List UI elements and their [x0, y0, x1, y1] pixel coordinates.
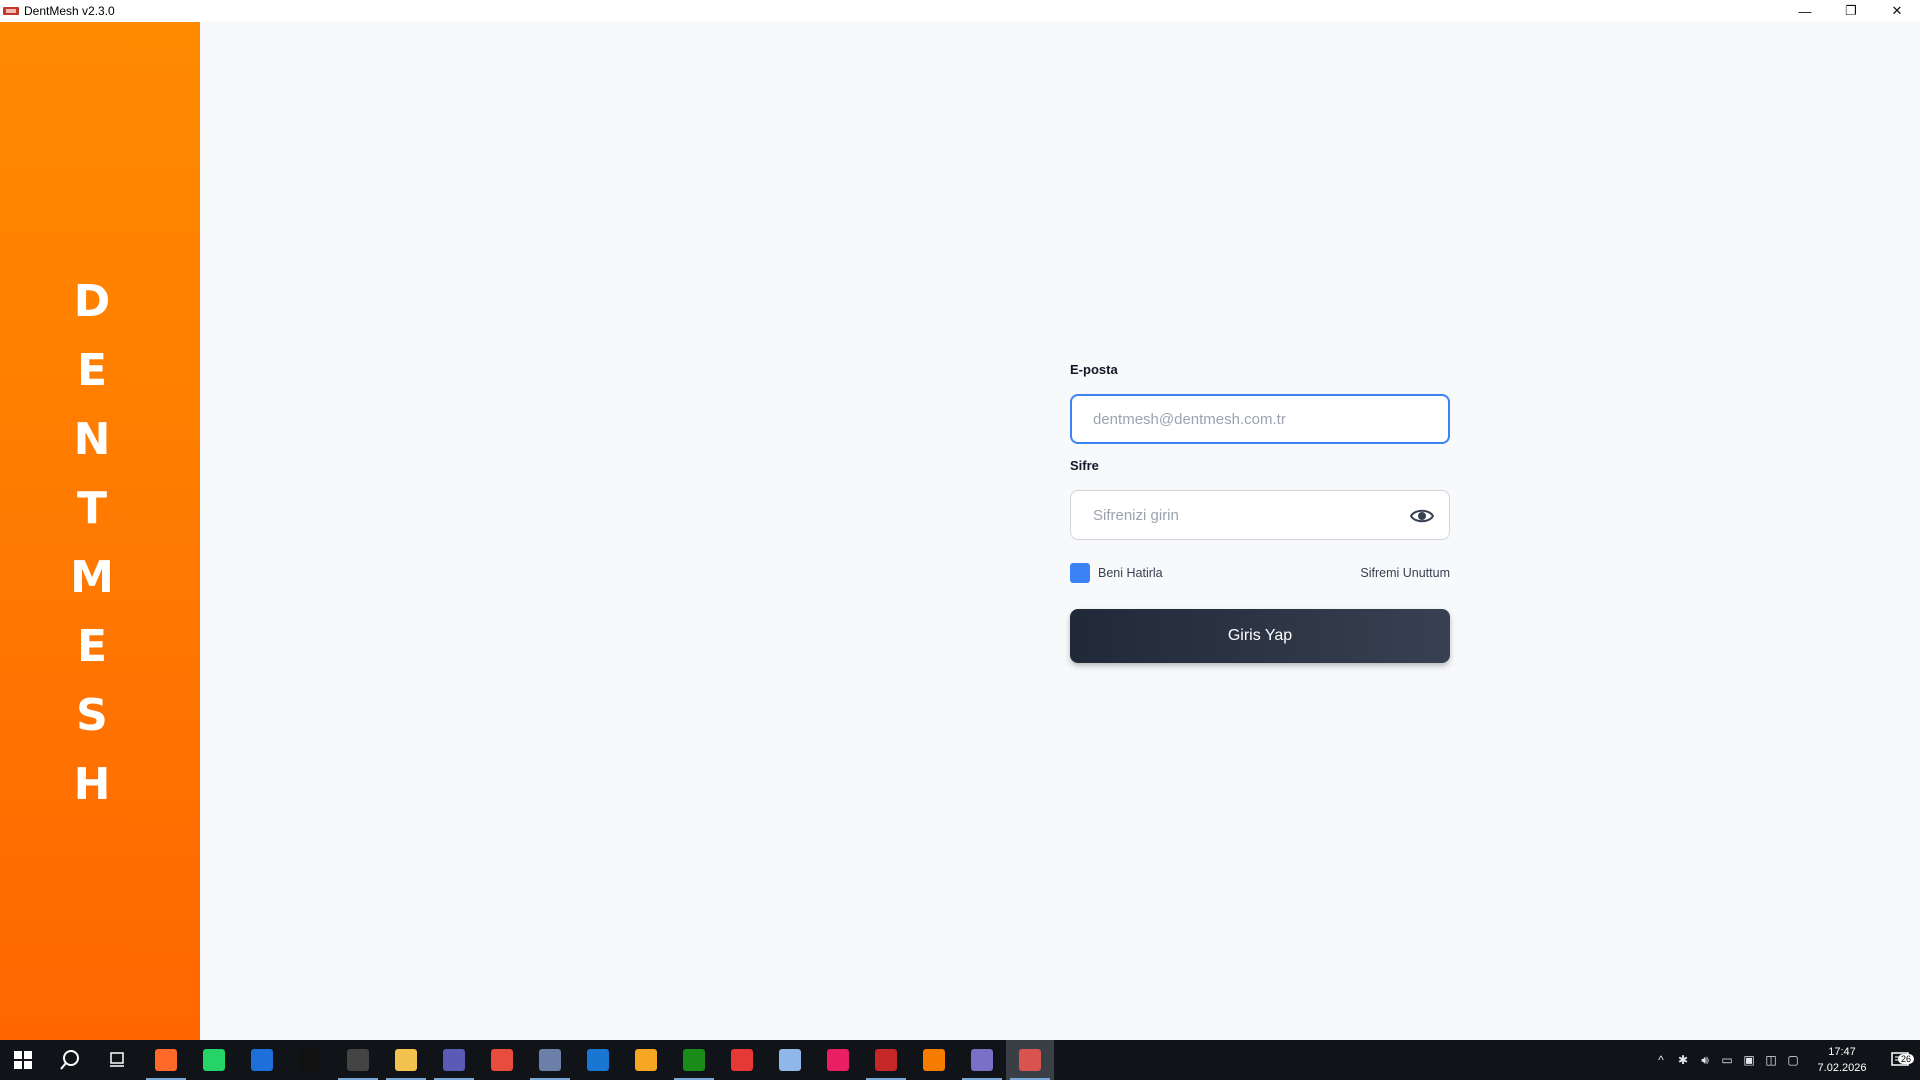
- taskbar-app-button[interactable]: [958, 1040, 1006, 1080]
- nc-icon: [299, 1049, 321, 1071]
- taskbar-app-button[interactable]: [190, 1040, 238, 1080]
- start-button[interactable]: [0, 1040, 46, 1080]
- close-button[interactable]: ✕: [1874, 0, 1920, 22]
- taskbar-app-button[interactable]: [334, 1040, 382, 1080]
- search-icon: [60, 1050, 79, 1070]
- password-input[interactable]: [1091, 505, 1429, 525]
- brand-letter: T: [76, 483, 107, 534]
- taskbar-app-button[interactable]: [766, 1040, 814, 1080]
- green-app-icon: [683, 1049, 705, 1071]
- remember-label: Beni Hatirla: [1098, 566, 1163, 580]
- brand-letter: D: [73, 276, 111, 327]
- login-form: E-posta Sifre Beni Hatirla Sifremi Unutt…: [1070, 362, 1450, 663]
- search-app-icon: [443, 1049, 465, 1071]
- notification-count: 26: [1897, 1054, 1914, 1064]
- brand-vertical-text: D E N T M E S H: [0, 267, 184, 819]
- taskbar-app-button[interactable]: [286, 1040, 334, 1080]
- email-input[interactable]: [1091, 409, 1428, 429]
- password-label: Sifre: [1070, 458, 1099, 473]
- dentmesh-taskbar-icon: [1019, 1049, 1041, 1071]
- red-arrow-app-icon: [731, 1049, 753, 1071]
- taskbar-app-button[interactable]: [814, 1040, 862, 1080]
- dentmesh-app-icon: [3, 5, 19, 17]
- windows-icon: [14, 1051, 32, 1069]
- task-view-button[interactable]: [94, 1040, 142, 1080]
- volume-icon[interactable]: 🔊︎: [1694, 1053, 1716, 1068]
- brand-sidebar: D E N T M E S H: [0, 22, 200, 1040]
- taskbar-apps: [142, 1040, 1054, 1080]
- file-explorer-icon: [395, 1049, 417, 1071]
- brand-letter: H: [73, 759, 111, 810]
- notes-app-icon: [779, 1049, 801, 1071]
- remember-me[interactable]: Beni Hatirla: [1070, 563, 1163, 583]
- restore-button[interactable]: ❐: [1828, 0, 1874, 22]
- minimize-button[interactable]: —: [1782, 0, 1828, 22]
- clock-date: 7.02.2026: [1817, 1062, 1867, 1074]
- window-title: DentMesh v2.3.0: [24, 4, 115, 18]
- arrow-app-icon: [635, 1049, 657, 1071]
- brand-letter: N: [73, 414, 111, 465]
- taskbar-app-button[interactable]: [238, 1040, 286, 1080]
- app-blue-r-icon: [251, 1049, 273, 1071]
- clock-time: 17:47: [1828, 1046, 1856, 1058]
- display-icon[interactable]: ◫: [1760, 1053, 1782, 1067]
- mail-icon: [587, 1049, 609, 1071]
- system-tray: ^ ✱ 🔊︎ ▭ ▣ ◫ ▢ 17:47 7.02.2026 26: [1650, 1040, 1920, 1080]
- task-view-icon: [110, 1052, 124, 1067]
- search-button[interactable]: [46, 1040, 94, 1080]
- forgot-password-link[interactable]: Sifremi Unuttum: [1360, 566, 1450, 580]
- app-orange-icon: [155, 1049, 177, 1071]
- brand-letter: E: [76, 345, 108, 396]
- clock[interactable]: 17:47 7.02.2026: [1804, 1044, 1880, 1076]
- taskbar-app-button[interactable]: [526, 1040, 574, 1080]
- taskbar-app-button[interactable]: [142, 1040, 190, 1080]
- meet-icon[interactable]: ▣: [1738, 1053, 1760, 1067]
- cad-icon: [971, 1049, 993, 1071]
- taskbar-app-button[interactable]: [862, 1040, 910, 1080]
- taskbar: ^ ✱ 🔊︎ ▭ ▣ ◫ ▢ 17:47 7.02.2026 26: [0, 1040, 1920, 1080]
- taskbar-app-button[interactable]: [910, 1040, 958, 1080]
- taskbar-app-button[interactable]: [382, 1040, 430, 1080]
- window-controls: — ❐ ✕: [1782, 0, 1920, 22]
- brand-letter: M: [70, 552, 114, 603]
- eye-icon[interactable]: [1409, 504, 1435, 528]
- title-bar: DentMesh v2.3.0 — ❐ ✕: [0, 0, 1920, 22]
- brand-letter: E: [76, 621, 108, 672]
- login-options: Beni Hatirla Sifremi Unuttum: [1070, 562, 1450, 584]
- network-icon[interactable]: ▢: [1782, 1053, 1804, 1067]
- password-field-wrapper: [1070, 490, 1450, 540]
- chrome-icon: [491, 1049, 513, 1071]
- taskbar-app-button[interactable]: [622, 1040, 670, 1080]
- login-button[interactable]: Giris Yap: [1070, 609, 1450, 663]
- remember-checkbox[interactable]: [1070, 563, 1090, 583]
- blender-icon: [923, 1049, 945, 1071]
- taskbar-app-button[interactable]: [574, 1040, 622, 1080]
- exo-icon: [539, 1049, 561, 1071]
- brand-letter: S: [76, 690, 108, 741]
- battery-icon[interactable]: ▭: [1716, 1053, 1738, 1067]
- chevron-up-icon[interactable]: ^: [1650, 1053, 1672, 1067]
- sw-2024-icon: [875, 1049, 897, 1071]
- taskbar-app-button[interactable]: [718, 1040, 766, 1080]
- taskbar-app-button[interactable]: [478, 1040, 526, 1080]
- whatsapp-icon: [203, 1049, 225, 1071]
- notification-button[interactable]: 26: [1880, 1052, 1920, 1068]
- main-content: E-posta Sifre Beni Hatirla Sifremi Unutt…: [200, 22, 1920, 1040]
- pink-app-icon: [827, 1049, 849, 1071]
- taskbar-app-button[interactable]: [1006, 1040, 1054, 1080]
- app-dark-icon: [347, 1049, 369, 1071]
- email-field-wrapper: [1070, 394, 1450, 444]
- tray-app-icon[interactable]: ✱: [1672, 1053, 1694, 1067]
- email-label: E-posta: [1070, 362, 1118, 377]
- taskbar-app-button[interactable]: [670, 1040, 718, 1080]
- taskbar-app-button[interactable]: [430, 1040, 478, 1080]
